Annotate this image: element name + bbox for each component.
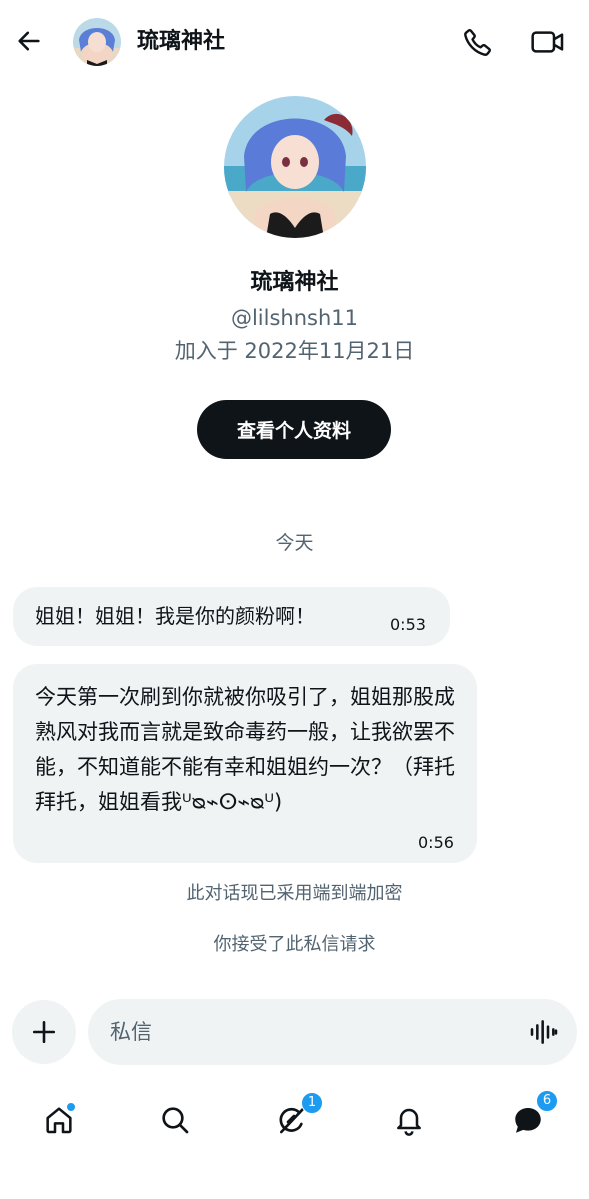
message-bubble[interactable]: 姐姐！姐姐！我是你的颜粉啊！ 0:53 [13, 587, 450, 646]
video-camera-icon [531, 31, 564, 53]
message-composer [88, 999, 577, 1065]
chat-header: 琉璃神社 [0, 0, 589, 86]
arrow-left-icon [18, 31, 40, 51]
messages-badge: 6 [536, 1090, 558, 1112]
nav-messages[interactable]: 6 [500, 1090, 558, 1148]
voice-waveform-icon [530, 1020, 558, 1044]
video-call-button[interactable] [530, 26, 566, 58]
message-text: 姐姐！姐姐！我是你的颜粉啊！ [35, 604, 315, 628]
profile-handle: @lilshnsh11 [230, 306, 359, 330]
back-button[interactable] [14, 26, 44, 56]
bottom-navigation: 1 6 [0, 1080, 589, 1199]
message-time: 0:56 [418, 833, 454, 852]
bell-icon [397, 1108, 421, 1136]
add-attachment-button[interactable] [12, 1000, 76, 1064]
message-bubble[interactable]: 今天第一次刷到你就被你吸引了，姐姐那股成熟风对我而言就是致命毒药一般，让我欲罢不… [13, 664, 477, 863]
profile-avatar[interactable] [224, 96, 366, 238]
message-text: 今天第一次刷到你就被你吸引了，姐姐那股成熟风对我而言就是致命毒药一般，让我欲罢不… [35, 685, 455, 814]
nav-grok[interactable]: 1 [264, 1092, 323, 1148]
view-profile-button[interactable]: 查看个人资料 [197, 400, 391, 459]
unread-dot [66, 1102, 76, 1112]
encryption-notice: 此对话现已采用端到端加密 [186, 883, 403, 904]
phone-icon [464, 29, 491, 56]
request-accepted-notice: 你接受了此私信请求 [213, 934, 376, 955]
call-button[interactable] [462, 26, 494, 58]
profile-name: 琉璃神社 [250, 270, 339, 295]
message-input[interactable] [110, 999, 510, 1065]
nav-search[interactable] [147, 1092, 203, 1148]
nav-notifications[interactable] [381, 1092, 437, 1148]
header-avatar[interactable] [73, 18, 121, 66]
profile-join-date: 加入于 2022年11月21日 [174, 339, 415, 363]
message-time: 0:53 [390, 615, 426, 634]
nav-home[interactable] [31, 1092, 87, 1148]
voice-message-button[interactable] [528, 1016, 560, 1048]
plus-icon [32, 1020, 56, 1044]
grok-badge: 1 [301, 1092, 323, 1114]
header-title: 琉璃神社 [137, 29, 226, 54]
date-separator: 今天 [275, 532, 314, 554]
search-icon [162, 1107, 189, 1134]
